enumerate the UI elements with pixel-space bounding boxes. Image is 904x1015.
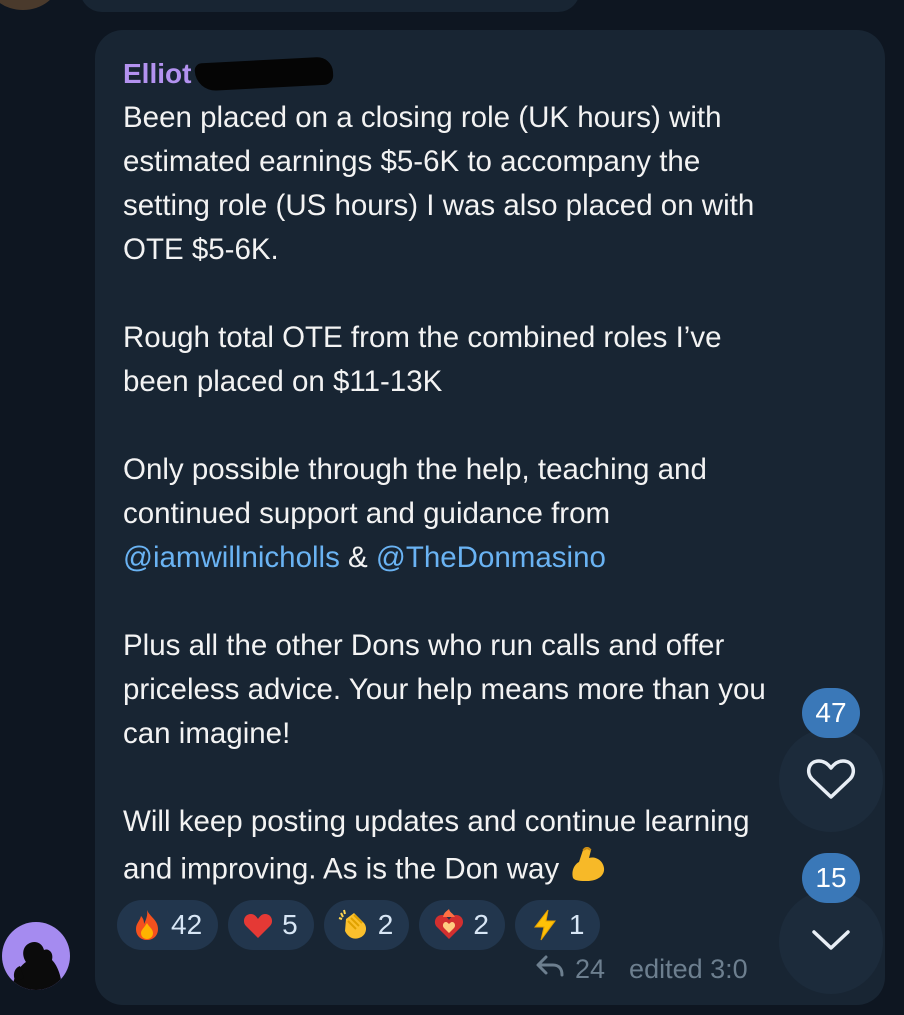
redaction-scribble — [194, 56, 335, 92]
paragraph-4: Plus all the other Dons who run calls an… — [123, 624, 843, 756]
previous-avatar[interactable] — [0, 0, 58, 10]
clapping-hands-icon — [338, 909, 370, 941]
like-button[interactable] — [779, 728, 883, 832]
line: been placed on $11-13K — [123, 365, 443, 398]
reactions-bar: 42 5 2 2 1 — [117, 900, 601, 950]
fire-icon — [131, 909, 163, 941]
heart-on-fire-icon — [433, 909, 465, 941]
heart-outline-icon — [806, 755, 856, 805]
message-bubble: Elliot Been placed on a closing role (UK… — [95, 30, 885, 1005]
sender-name[interactable]: Elliot — [123, 58, 191, 90]
unread-count-badge: 15 — [802, 853, 860, 903]
paragraph-2: Rough total OTE from the combined roles … — [123, 316, 843, 404]
reaction-lightning[interactable]: 1 — [514, 900, 601, 950]
line: priceless advice. Your help means more t… — [123, 673, 766, 706]
scroll-down-button[interactable] — [779, 890, 883, 994]
reply-arrow-icon[interactable] — [535, 954, 565, 985]
line: estimated earnings $5-6K to accompany th… — [123, 145, 701, 178]
paragraph-1: Been placed on a closing role (UK hours)… — [123, 96, 843, 272]
line: Will keep posting updates and continue l… — [123, 805, 750, 838]
line: can imagine! — [123, 717, 291, 750]
reaction-count: 42 — [171, 909, 203, 940]
reaction-heart-on-fire[interactable]: 2 — [419, 900, 505, 950]
reaction-clap[interactable]: 2 — [323, 900, 410, 950]
edited-timestamp: edited 3:0 — [629, 954, 748, 984]
message-text: Been placed on a closing role (UK hours)… — [123, 96, 843, 897]
paragraph-3: Only possible through the help, teaching… — [123, 448, 843, 580]
line: OTE $5-6K. — [123, 233, 279, 266]
like-count-badge: 47 — [802, 688, 860, 738]
flexed-biceps-icon — [567, 844, 609, 897]
mention-separator: & — [339, 541, 376, 574]
heart-icon — [242, 909, 274, 941]
line: setting role (US hours) I was also place… — [123, 189, 755, 222]
reaction-count: 2 — [473, 909, 489, 940]
reaction-count: 2 — [377, 909, 394, 940]
line: Plus all the other Dons who run calls an… — [123, 629, 725, 662]
paragraph-5: Will keep posting updates and continue l… — [123, 800, 843, 897]
reaction-count: 5 — [282, 909, 298, 940]
message-meta: 24 edited 3:0 — [535, 954, 748, 985]
reply-count[interactable]: 24 — [575, 954, 605, 985]
reaction-count: 1 — [568, 909, 585, 940]
chevron-down-icon — [811, 928, 851, 956]
sender-row: Elliot — [123, 54, 335, 94]
previous-message-bubble — [80, 0, 580, 12]
line: Only possible through the help, teaching… — [123, 453, 707, 486]
avatar[interactable] — [2, 922, 70, 990]
reaction-fire[interactable]: 42 — [117, 900, 219, 950]
lightning-icon — [529, 909, 561, 941]
line: and improving. As is the Don way — [123, 852, 560, 886]
mention-link[interactable]: @iamwillnicholls — [123, 541, 340, 574]
line: continued support and guidance from — [123, 497, 611, 530]
line: Been placed on a closing role (UK hours)… — [123, 101, 722, 134]
mention-link[interactable]: @TheDonmasino — [376, 541, 606, 574]
reaction-heart[interactable]: 5 — [228, 900, 314, 950]
line: Rough total OTE from the combined roles … — [123, 321, 722, 354]
